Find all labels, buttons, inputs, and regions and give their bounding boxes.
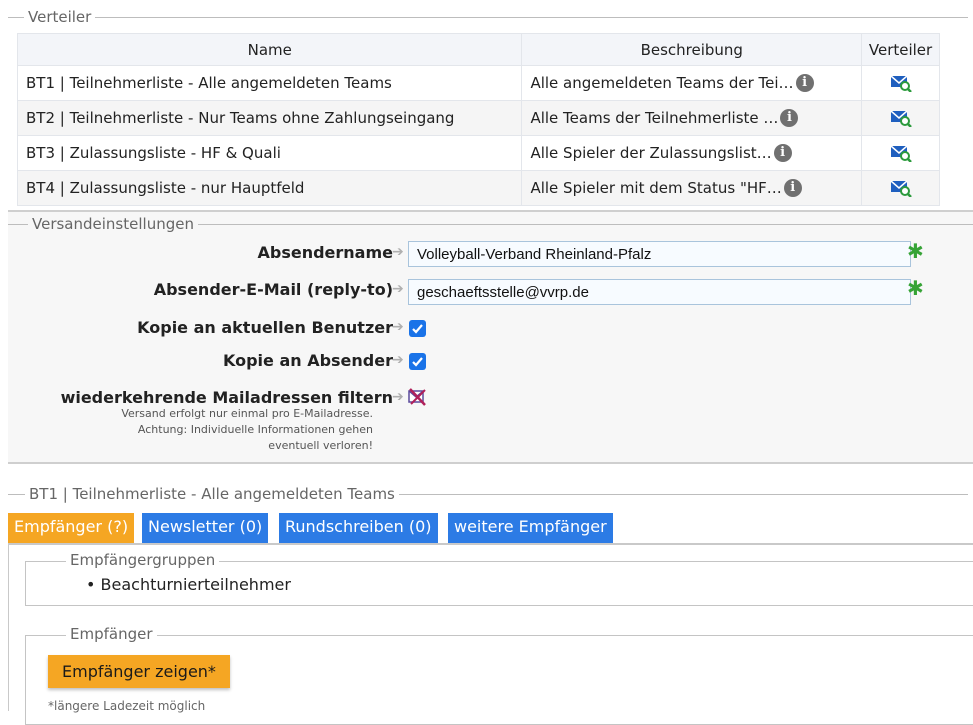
- info-icon[interactable]: i: [773, 144, 792, 163]
- absendername-label: Absendername: [257, 243, 393, 262]
- row-description: Alle Teams der Teilnehmerliste … i: [521, 100, 863, 136]
- absender-email-input[interactable]: [408, 279, 911, 305]
- column-header-name[interactable]: Name: [16, 33, 523, 66]
- list-item: • Beachturnierteilnehmer: [86, 575, 291, 594]
- row-name[interactable]: BT3 | Zulassungsliste - HF & Quali: [16, 135, 523, 171]
- filter-hint-line: Achtung: Individuelle Informationen gehe…: [137, 423, 373, 436]
- filter-hint-line: Versand erfolgt nur einmal pro E-Mailadr…: [121, 407, 373, 420]
- row-description: Alle angemeldeten Teams der Tei… i: [521, 65, 863, 101]
- checkmark-icon: [412, 357, 423, 367]
- row-description-text: Alle Spieler der Zulassungslist…: [530, 143, 772, 162]
- table-row[interactable]: BT4 | Zulassungsliste - nur Hauptfeld Al…: [16, 170, 940, 206]
- tab-rundschreiben[interactable]: Rundschreiben (0): [279, 513, 438, 543]
- row-name[interactable]: BT2 | Teilnehmerliste - Nur Teams ohne Z…: [16, 100, 523, 136]
- row-mail-cell[interactable]: [861, 65, 940, 101]
- arrow-right-icon: ➔: [392, 352, 404, 368]
- kopie-absender-checkbox[interactable]: [409, 353, 426, 370]
- info-icon[interactable]: i: [795, 74, 814, 93]
- versand-legend: Versandeinstellungen: [28, 215, 198, 233]
- tab-weitere-empfaenger[interactable]: weitere Empfänger: [448, 513, 613, 543]
- empfaenger-box: Empfänger Empfänger zeigen* *längere Lad…: [25, 625, 973, 725]
- row-description-text: Alle Spieler mit dem Status "HF…: [530, 178, 782, 197]
- table-row[interactable]: BT1 | Teilnehmerliste - Alle angemeldete…: [16, 65, 940, 101]
- required-icon: ✱: [907, 276, 924, 300]
- absendername-input[interactable]: [408, 241, 911, 267]
- kopie-absender-label: Kopie an Absender: [222, 351, 393, 370]
- row-description: Alle Spieler der Zulassungslist… i: [521, 135, 863, 171]
- tab-empfaenger[interactable]: Empfänger (?): [8, 513, 135, 543]
- arrow-right-icon: ➔: [392, 319, 404, 335]
- list-item-label: Beachturnierteilnehmer: [100, 575, 291, 594]
- filter-hint: Versand erfolgt nur einmal pro E-Mailadr…: [73, 406, 373, 454]
- row-name[interactable]: BT4 | Zulassungsliste - nur Hauptfeld: [16, 170, 523, 206]
- empfaenger-legend: Empfänger: [66, 625, 157, 643]
- row-description-text: Alle angemeldeten Teams der Tei…: [530, 73, 794, 92]
- table-row[interactable]: BT3 | Zulassungsliste - HF & Quali Alle …: [16, 135, 940, 171]
- row-mail-cell[interactable]: [861, 135, 940, 171]
- row-mail-cell[interactable]: [861, 170, 940, 206]
- kopie-benutzer-label: Kopie an aktuellen Benutzer: [137, 318, 393, 337]
- info-icon[interactable]: i: [780, 109, 799, 128]
- required-icon: ✱: [907, 239, 924, 263]
- mail-preview-icon[interactable]: [890, 179, 912, 197]
- row-description-text: Alle Teams der Teilnehmerliste …: [530, 108, 779, 127]
- mail-preview-icon[interactable]: [890, 144, 912, 162]
- row-description: Alle Spieler mit dem Status "HF… i: [521, 170, 863, 206]
- arrow-right-icon: ➔: [392, 281, 404, 297]
- absender-email-label: Absender-E-Mail (reply-to): [153, 280, 393, 299]
- arrow-right-icon: ➔: [392, 244, 404, 260]
- show-recipients-button[interactable]: Empfänger zeigen*: [48, 655, 230, 688]
- table-row[interactable]: BT2 | Teilnehmerliste - Nur Teams ohne Z…: [16, 100, 940, 136]
- verteiler-legend: Verteiler: [24, 8, 96, 26]
- mail-preview-icon[interactable]: [890, 74, 912, 92]
- verteiler-table: Name Beschreibung Verteiler BT1 | Teilne…: [16, 33, 940, 206]
- empfaengergruppen-legend: Empfängergruppen: [66, 551, 220, 569]
- filter-label: wiederkehrende Mailadressen filtern: [60, 388, 393, 407]
- tab-newsletter[interactable]: Newsletter (0): [142, 513, 269, 543]
- filter-hint-line: eventuell verloren!: [268, 439, 373, 452]
- row-name[interactable]: BT1 | Teilnehmerliste - Alle angemeldete…: [16, 65, 523, 101]
- verteiler-border: [8, 17, 968, 18]
- column-header-beschreibung[interactable]: Beschreibung: [521, 33, 863, 66]
- versandeinstellungen-section: Versandeinstellungen Absendername ➔ ✱ Ab…: [8, 210, 973, 464]
- row-mail-cell[interactable]: [861, 100, 940, 136]
- arrow-right-icon: ➔: [392, 389, 404, 405]
- kopie-benutzer-checkbox[interactable]: [409, 320, 426, 337]
- filter-disabled-toggle-icon[interactable]: [407, 387, 427, 407]
- selected-legend: BT1 | Teilnehmerliste - Alle angemeldete…: [25, 485, 399, 503]
- info-icon[interactable]: i: [783, 179, 802, 198]
- checkmark-icon: [412, 324, 423, 334]
- mail-preview-icon[interactable]: [890, 109, 912, 127]
- column-header-verteiler[interactable]: Verteiler: [861, 33, 940, 66]
- empfaengergruppen-box: Empfängergruppen • Beachturnierteilnehme…: [25, 551, 973, 606]
